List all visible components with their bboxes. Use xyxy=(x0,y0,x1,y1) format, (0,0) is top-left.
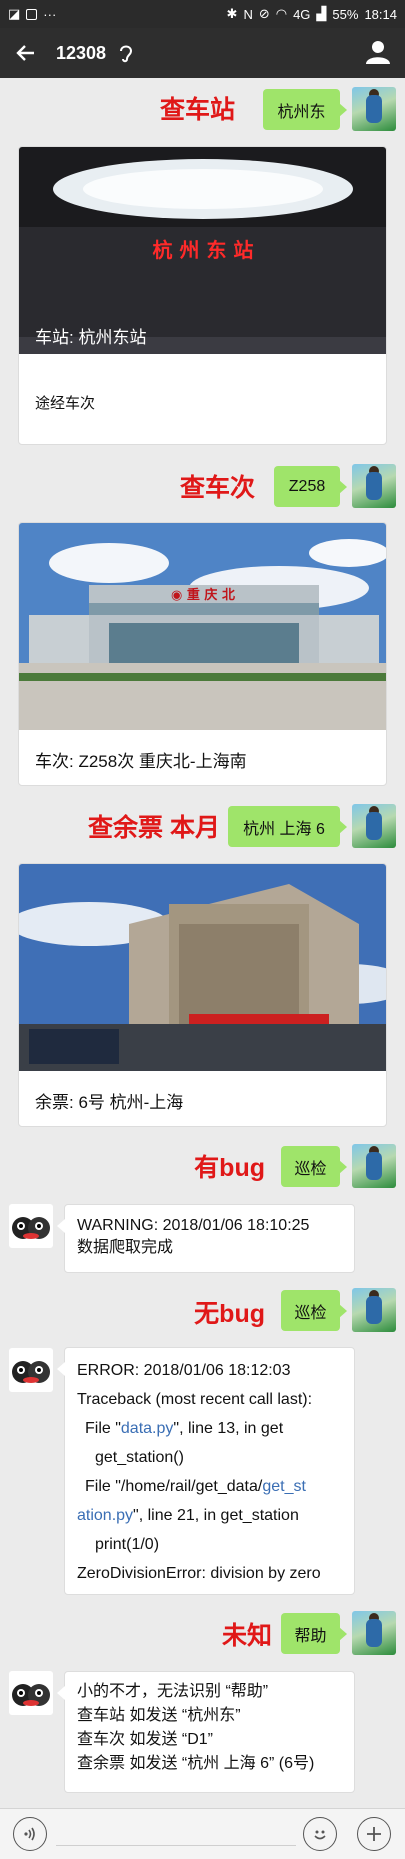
annotation-label: 查车次 xyxy=(179,474,255,502)
notification-icon: ◪ xyxy=(8,6,21,21)
more-icon: ··· xyxy=(43,6,57,22)
annotation-label: 未知 xyxy=(221,1622,272,1650)
message-input[interactable] xyxy=(56,1845,296,1846)
voice-button[interactable] xyxy=(13,1817,47,1851)
reply-line: 查车站 如发送 “杭州东” xyxy=(77,1707,241,1724)
annotation-label: 查余票 本月 xyxy=(88,814,220,842)
signal-icon: ▟ xyxy=(316,6,327,21)
user-avatar[interactable] xyxy=(352,1611,396,1655)
notification-icons: ◪ ··· xyxy=(8,6,56,22)
ear-icon xyxy=(120,45,133,63)
annotation-label: 查车站 xyxy=(159,96,235,124)
reply-line: print(1/0) xyxy=(95,1536,160,1553)
passing-trains-label: 途经车次 xyxy=(35,395,96,412)
sent-message-bubble[interactable]: 巡检 xyxy=(281,1290,347,1331)
svg-text:杭 州 东 站: 杭 州 东 站 xyxy=(153,238,254,262)
emoji-icon xyxy=(314,1830,326,1840)
reply-line: ERROR: 2018/01/06 18:12:03 xyxy=(77,1362,291,1379)
sent-message-bubble[interactable]: Z258 xyxy=(274,466,347,507)
train-image: ◉ 重 庆 北 xyxy=(19,523,386,730)
chat-header: 12308 xyxy=(0,28,405,78)
bot-avatar[interactable] xyxy=(9,1204,53,1248)
network-label: 4G xyxy=(293,6,311,22)
bot-reply-bubble[interactable]: 小的不才，无法识别 “帮助” 查车站 如发送 “杭州东” 查车次 如发送 “D1… xyxy=(57,1671,355,1793)
profile-icon[interactable] xyxy=(365,39,391,65)
reply-line: File "/home/rail/get_data/get_st xyxy=(85,1478,306,1495)
annotation-label: 无bug xyxy=(194,1300,265,1328)
user-avatar[interactable] xyxy=(352,464,396,508)
svg-text:◉ 重 庆 北: ◉ 重 庆 北 xyxy=(171,587,235,603)
sent-message-bubble[interactable]: 杭州 上海 6 xyxy=(228,806,347,847)
bot-avatar-icon xyxy=(12,1684,50,1706)
back-button[interactable] xyxy=(0,28,50,78)
app-icon xyxy=(26,8,38,20)
bot-reply-bubble[interactable]: ERROR: 2018/01/06 18:12:03 Traceback (mo… xyxy=(57,1347,355,1595)
reply-line: get_station() xyxy=(95,1449,184,1466)
reply-line: 查余票 如发送 “杭州 上海 6” (6号) xyxy=(77,1755,315,1772)
bot-avatar-icon xyxy=(12,1217,50,1239)
ticket-image xyxy=(19,864,386,1071)
reply-line: ZeroDivisionError: division by zero xyxy=(77,1565,321,1582)
plus-button[interactable] xyxy=(357,1817,391,1851)
annotation-label: 有bug xyxy=(194,1154,265,1182)
sent-message-bubble[interactable]: 巡检 xyxy=(281,1146,347,1187)
mute-icon: ⊘ xyxy=(258,6,270,21)
wifi-icon: ◠ xyxy=(275,6,288,21)
file-link[interactable]: ation.py xyxy=(77,1507,133,1524)
bluetooth-icon: ✱ xyxy=(226,6,238,21)
system-icons: ✱ N ⊘ ◠ 4G ▟ 55% 18:14 xyxy=(227,6,397,22)
reply-line: ation.py", line 21, in get_station xyxy=(77,1507,299,1524)
train-result-card[interactable]: ◉ 重 庆 北 车次: Z258次 重庆北-上海南 xyxy=(18,522,387,786)
file-link[interactable]: data.py xyxy=(121,1420,173,1437)
bot-avatar-icon xyxy=(12,1361,50,1383)
ticket-result-card[interactable]: 余票: 6号 杭州-上海 xyxy=(18,863,387,1127)
sent-message-bubble[interactable]: 杭州东 xyxy=(263,89,347,130)
reply-line: File "data.py", line 13, in get xyxy=(85,1420,284,1437)
back-arrow-icon xyxy=(16,45,34,61)
reply-line: WARNING: 2018/01/06 18:10:25 xyxy=(77,1217,310,1234)
user-avatar[interactable] xyxy=(352,804,396,848)
station-result-card[interactable]: 杭 州 东 站 车站: 杭州东站 途经车次 xyxy=(18,146,387,445)
bot-avatar[interactable] xyxy=(9,1671,53,1715)
ticket-caption: 余票: 6号 杭州-上海 xyxy=(35,1093,184,1112)
user-avatar[interactable] xyxy=(352,87,396,131)
sent-message-bubble[interactable]: 帮助 xyxy=(281,1613,347,1654)
status-bar: ◪ ··· ✱ N ⊘ ◠ 4G ▟ 55% 18:14 xyxy=(0,0,405,28)
clock: 18:14 xyxy=(364,6,397,22)
voice-icon xyxy=(24,1827,35,1841)
nfc-icon: N xyxy=(243,6,253,22)
emoji-button[interactable] xyxy=(303,1817,337,1851)
user-avatar[interactable] xyxy=(352,1288,396,1332)
input-bar xyxy=(0,1808,405,1859)
plus-icon xyxy=(367,1827,381,1841)
battery-level: 55% xyxy=(332,6,359,22)
train-caption: 车次: Z258次 重庆北-上海南 xyxy=(35,752,247,771)
reply-line: 数据爬取完成 xyxy=(77,1239,174,1256)
bot-reply-bubble[interactable]: WARNING: 2018/01/06 18:10:25 数据爬取完成 xyxy=(57,1204,355,1273)
file-link[interactable]: get_st xyxy=(262,1478,306,1495)
reply-line: 小的不才，无法识别 “帮助” xyxy=(77,1683,269,1700)
chat-title: 12308 xyxy=(56,42,107,63)
user-avatar[interactable] xyxy=(352,1144,396,1188)
reply-line: 查车次 如发送 “D1” xyxy=(77,1731,214,1748)
reply-line: Traceback (most recent call last): xyxy=(77,1391,313,1408)
station-caption: 车站: 杭州东站 xyxy=(35,328,147,347)
bot-avatar[interactable] xyxy=(9,1348,53,1392)
